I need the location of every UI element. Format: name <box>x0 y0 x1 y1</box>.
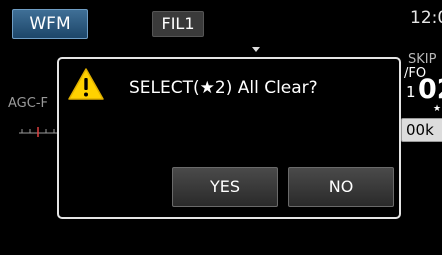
agc-label: AGC-F <box>8 96 48 111</box>
filter-button[interactable]: FIL1 <box>152 11 204 37</box>
frequency-readout[interactable]: 02 <box>418 74 442 105</box>
frequency-prefix: 1 <box>406 83 416 101</box>
tuning-step-box[interactable]: 00k <box>401 118 442 142</box>
no-button[interactable]: NO <box>288 167 394 207</box>
mode-button[interactable]: WFM <box>12 9 88 39</box>
skip-label: SKIP <box>408 52 437 67</box>
dialog-message: SELECT(★2) All Clear? <box>129 78 318 98</box>
tuning-marker-icon <box>252 47 260 52</box>
warning-icon <box>68 68 104 100</box>
star-icon: ★ <box>433 104 442 114</box>
meter-scale-icon <box>19 127 57 137</box>
confirm-dialog: SELECT(★2) All Clear? YES NO <box>57 57 401 219</box>
yes-button[interactable]: YES <box>172 167 278 207</box>
radio-screen: WFM FIL1 12:0 AGC-F SKIP /FO 1 02 ★ 00k … <box>0 0 442 255</box>
clock: 12:0 <box>410 8 442 28</box>
